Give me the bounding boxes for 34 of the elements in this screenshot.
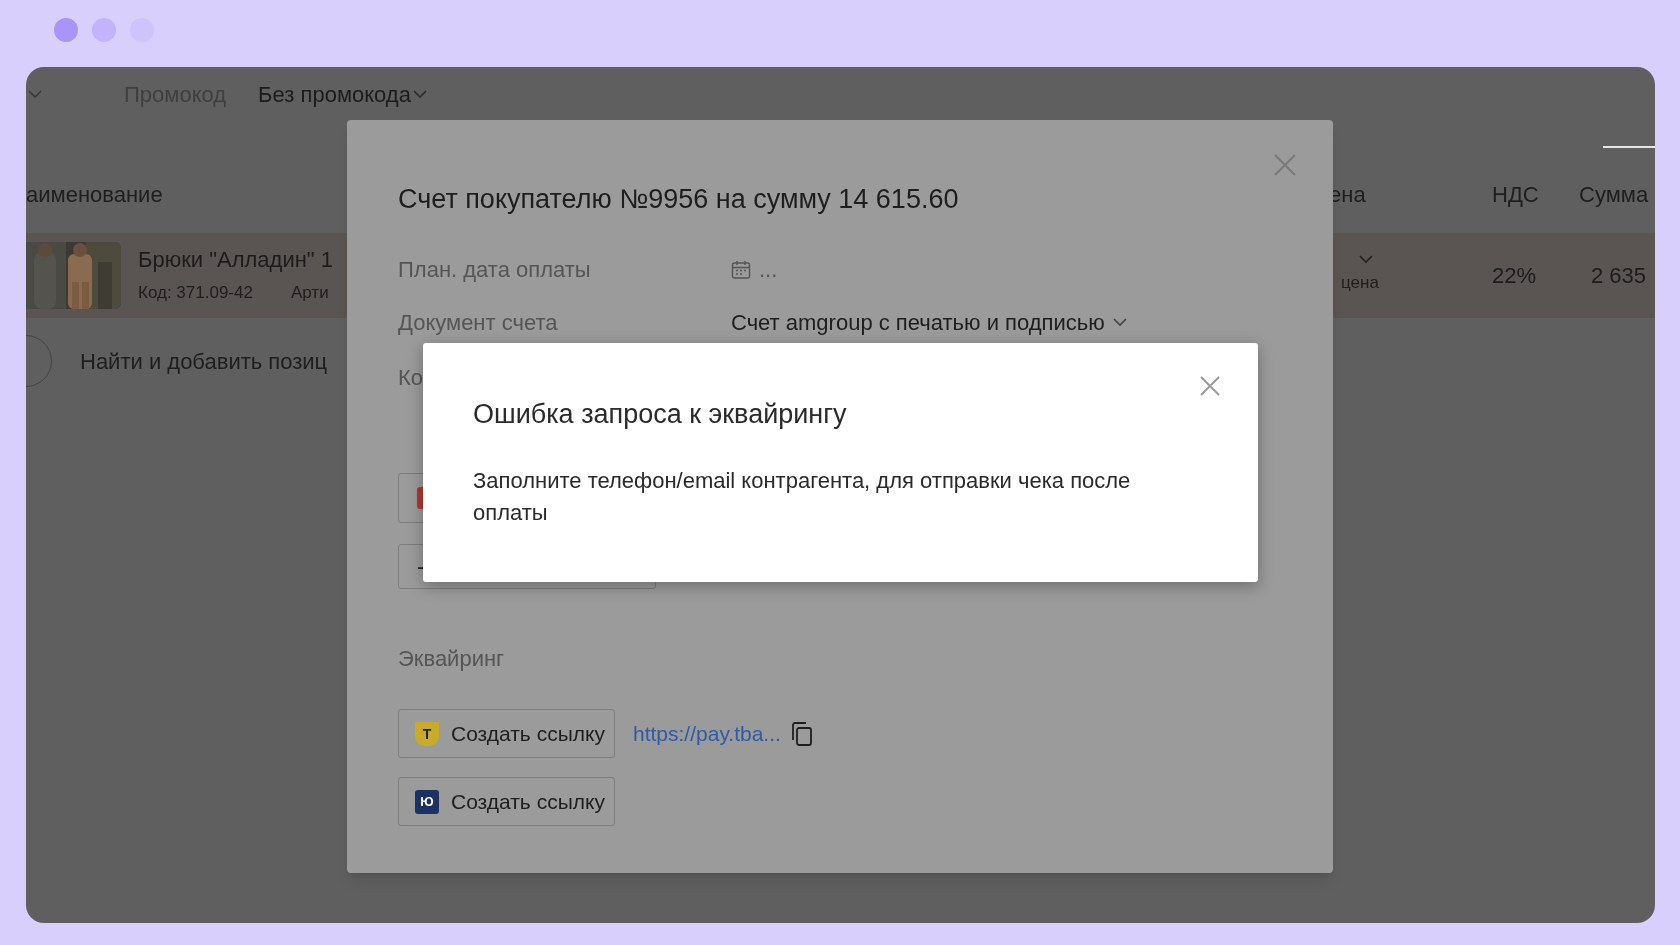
chevron-down-icon <box>1359 255 1373 265</box>
product-name: Брюки "Алладин" 1 <box>138 245 334 274</box>
close-icon[interactable] <box>1273 153 1297 177</box>
tab-underline <box>1603 146 1655 148</box>
chevron-down-icon <box>1112 318 1127 327</box>
copy-icon[interactable] <box>790 721 813 746</box>
section-heading: Эквайринг <box>398 645 506 673</box>
field-label: Ко <box>398 364 424 391</box>
logo-icon: Ю <box>415 789 439 814</box>
column-header: Сумма <box>1579 181 1649 207</box>
payment-link[interactable]: https://pay.tba... <box>633 717 781 750</box>
promo-dropdown[interactable]: Без промокода <box>258 77 427 111</box>
field-label: Документ счета <box>398 309 559 337</box>
dialog-message: Заполните телефон/email контрагента, для отправки чека после оплаты <box>473 467 1132 527</box>
add-item-field[interactable]: Найти и добавить позиц <box>80 344 328 378</box>
column-header: аименование <box>26 180 163 209</box>
document-dropdown[interactable]: Счет amgroup с печатью и подписью <box>731 306 1127 339</box>
calendar-icon <box>731 259 751 280</box>
date-field[interactable]: ... <box>731 253 778 286</box>
table-cell: 22% <box>1492 263 1537 288</box>
column-header: НДС <box>1492 181 1539 207</box>
create-link-button[interactable]: Ю Создать ссылку <box>398 777 615 826</box>
price-note: цена <box>1341 272 1379 295</box>
field-label: План. дата оплаты <box>398 256 592 284</box>
close-icon[interactable] <box>1199 375 1221 397</box>
table-cell: 2 635 <box>1591 263 1647 288</box>
logo-icon: T <box>415 721 439 746</box>
modal-title: Счет покупателю №9956 на сумму 14 615.60 <box>398 183 960 216</box>
create-link-button[interactable]: T Создать ссылку <box>398 709 615 758</box>
product-article: Арти <box>290 281 329 304</box>
product-code: Код: 371.09-42 <box>138 281 253 304</box>
dialog-title: Ошибка запроса к эквайрингу <box>473 398 848 431</box>
chevron-down-icon <box>28 89 42 99</box>
chevron-down-icon <box>412 89 427 99</box>
